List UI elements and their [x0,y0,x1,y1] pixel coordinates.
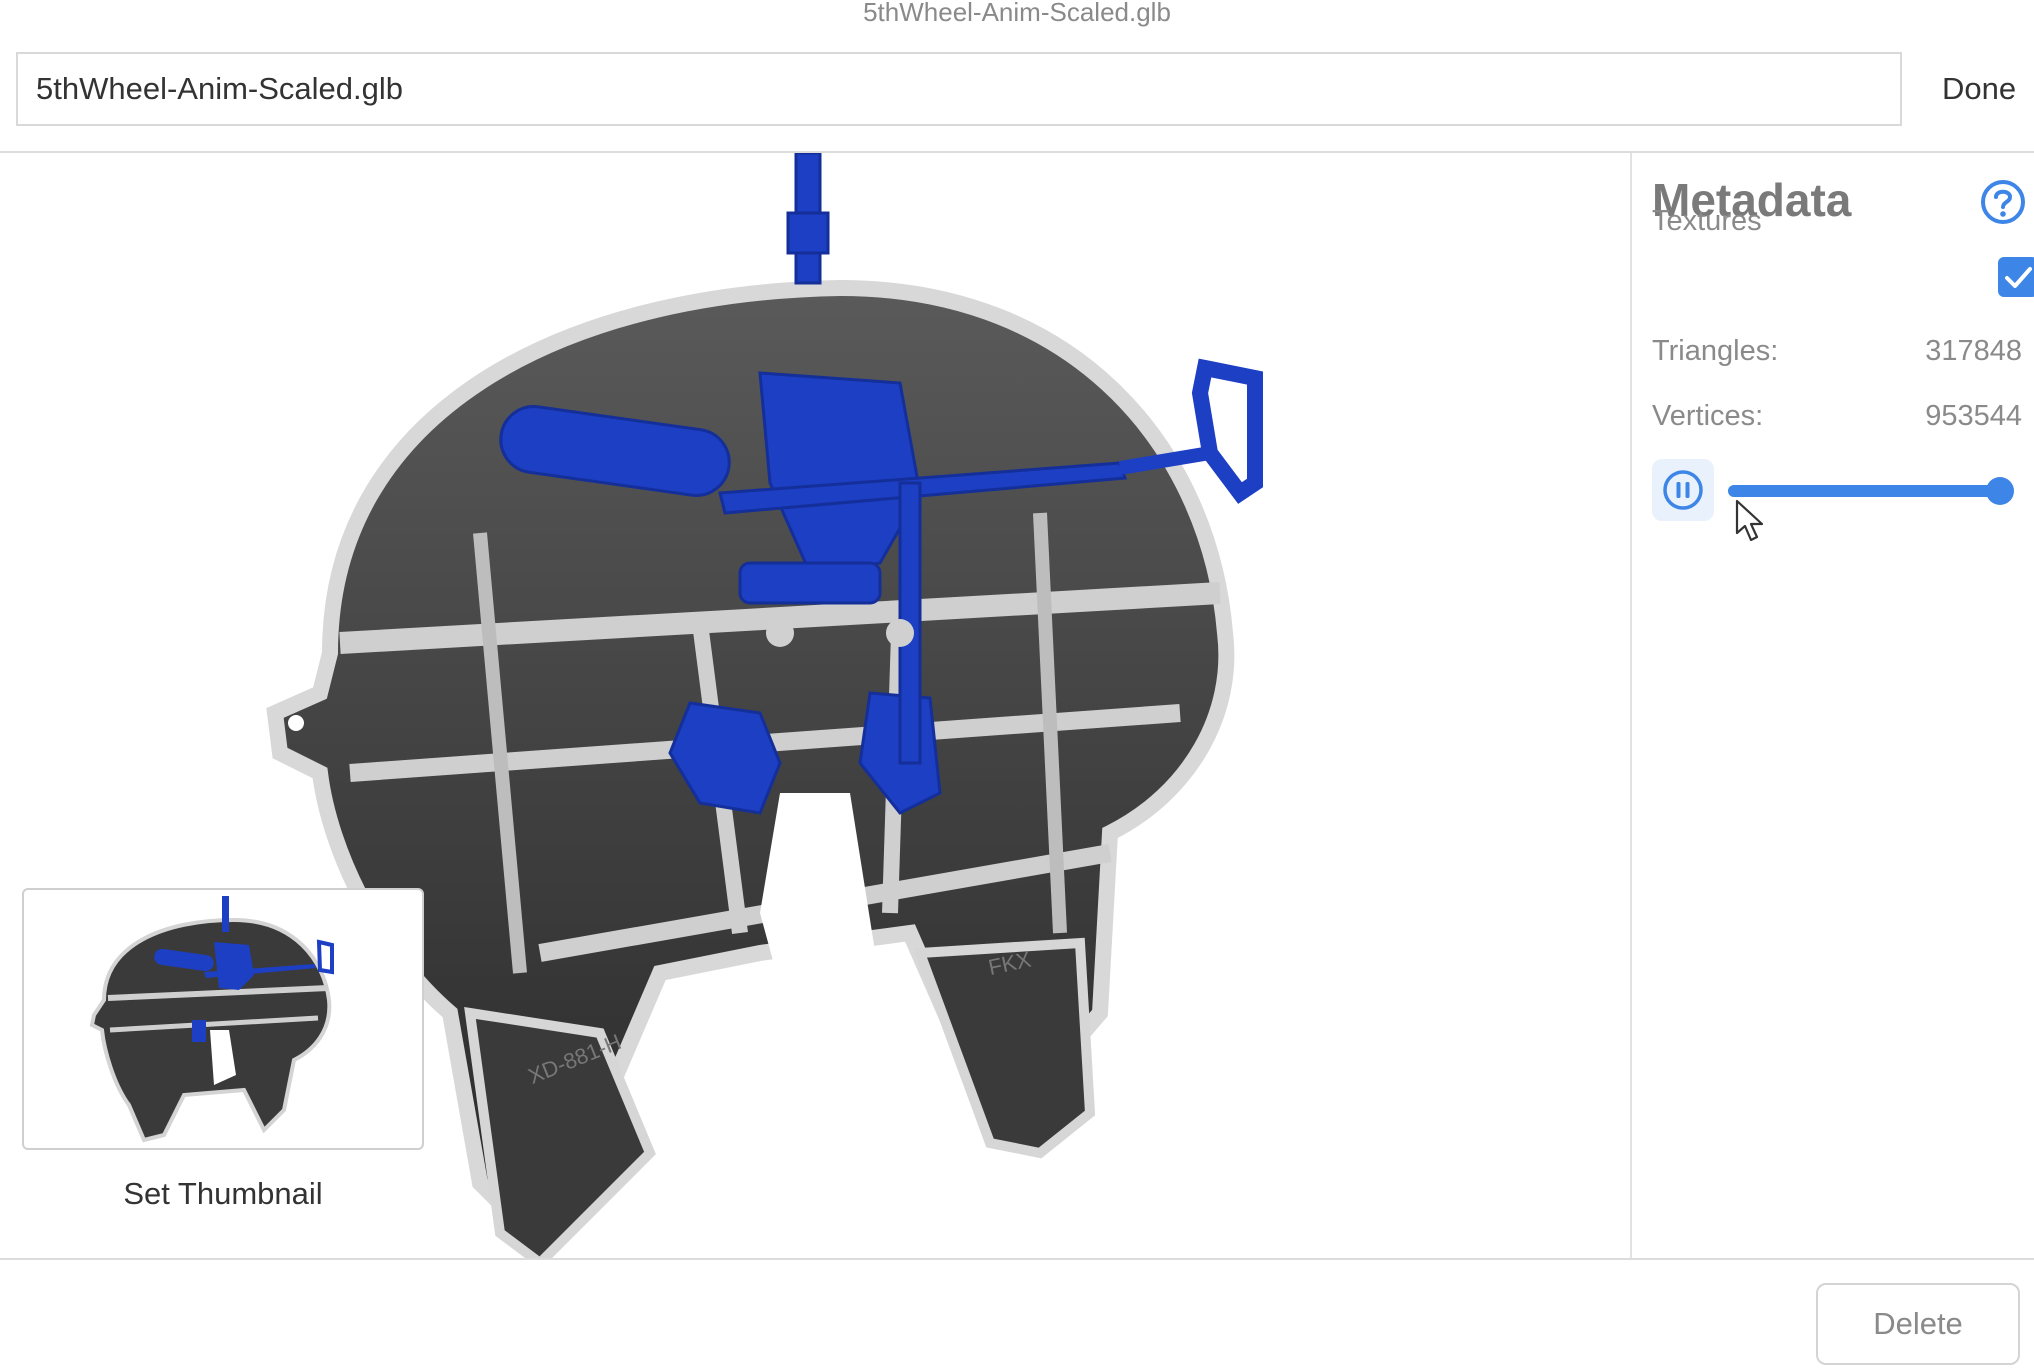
triangles-row: Triangles: 317848 [1652,335,2022,368]
file-name-input[interactable] [16,52,1902,126]
set-thumbnail-label[interactable]: Set Thumbnail [22,1176,424,1212]
window-title: 5thWheel-Anim-Scaled.glb [863,0,1171,27]
checkmark-icon [2005,267,2032,288]
pause-button[interactable] [1652,459,1714,521]
textures-checkbox[interactable] [1998,257,2034,297]
thumbnail-image [89,896,334,1143]
animation-slider-thumb[interactable] [1985,477,2014,505]
pause-icon [1663,470,1703,510]
vertices-row: Vertices: 953544 [1652,400,2022,433]
animation-slider[interactable] [1728,477,2014,505]
header: Done [16,52,2034,130]
mouse-cursor-icon [1735,499,1764,542]
question-circle-icon[interactable] [1980,179,2026,225]
footer-divider [0,1258,2034,1260]
animation-slider-fill [1728,485,2000,497]
triangles-value: 317848 [1925,335,2022,367]
textures-label: Textures [1652,205,1762,237]
metadata-panel: Metadata Textures Triangles: 317848 Vert… [1652,153,2034,1258]
done-button[interactable]: Done [1942,52,2016,126]
delete-button[interactable]: Delete [1816,1283,2020,1365]
vertices-value: 953544 [1925,400,2022,432]
model-editor-window: 5thWheel-Anim-Scaled.glb Done [0,0,2034,1372]
triangles-label: Triangles: [1652,335,1779,367]
animation-controls [1652,459,2022,542]
thumbnail-preview[interactable] [22,888,424,1150]
vertices-label: Vertices: [1652,400,1764,432]
sidebar-divider [1630,153,1632,1258]
